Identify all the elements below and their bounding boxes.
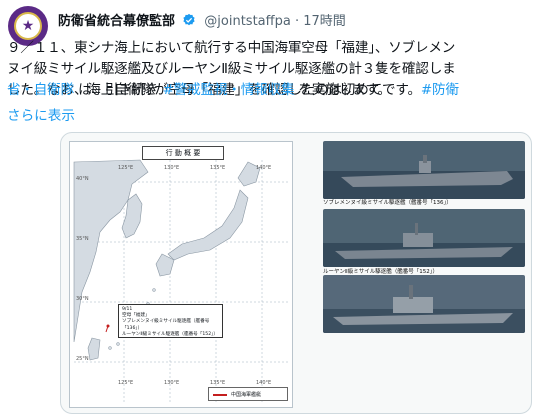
hashtag-link[interactable]: 省・自衛隊 [7,82,74,98]
legend-label: 中国海軍艦艇 [231,392,262,398]
map-title: 行 動 概 要 [142,146,224,160]
destroyer-152-image [323,275,525,333]
lat-label: 40°N [76,176,89,182]
lat-label: 30°N [76,296,89,302]
post-header: 防衛省統合幕僚監部 @jointstaffpa · 17時間 [58,10,346,29]
jsdf-emblem-icon: ★ [14,12,42,40]
lon-label-top: 140°E [256,165,271,171]
ship-photo-carrier[interactable] [323,141,525,199]
post-body-text: を実施します。 [294,82,391,98]
honshu [167,189,249,261]
annotation-line: ルーヤンⅡ級ミサイル駆逐艦（艦番号「152」） [122,331,219,337]
author-handle[interactable]: @jointstaffpa [204,14,291,29]
map-annotation: 9/11 空母「福建」 ソブレメンヌイ級ミサイル駆逐艦（艦番号「136」） ルー… [118,304,223,338]
post-body-line: ９／１１、東シナ海上において航行する中国海軍空母「福建」、ソブレメン [7,40,456,56]
ship-photo-destroyer-136[interactable] [323,209,525,267]
post-timestamp[interactable]: 17時間 [303,14,346,29]
post-body-line: ヌイ級ミサイル駆逐艦及びルーヤンⅡ級ミサイル駆逐艦の計３隻を確認しま [7,61,456,77]
photo-caption: ソブレメンヌイ級ミサイル駆逐艦（艦番号「136」） [323,200,452,206]
author-name[interactable]: 防衛省統合幕僚監部 [58,14,175,29]
show-more-link[interactable]: さらに表示 [7,104,75,124]
post-body-text: は、引き続き [73,82,163,98]
lat-label: 25°N [76,356,89,362]
separator-dot: · [294,14,300,29]
lat-label: 35°N [76,236,89,242]
verified-badge-icon [183,13,195,26]
photo-caption: ルーヤンⅡ級ミサイル駆逐艦（艦番号「152」） [323,269,438,275]
destroyer-136-image [323,209,525,267]
lon-label-top: 135°E [210,165,225,171]
taiwan [87,337,101,361]
lon-label-bottom: 125°E [118,380,133,386]
lon-label-top: 125°E [118,165,133,171]
red-arrow-icon [213,394,227,396]
ship-photo-destroyer-152[interactable] [323,275,525,333]
hashtag-link[interactable]: #警戒監視・情報収集 [163,82,295,98]
map-legend: 中国海軍艦艇 [208,387,288,401]
lon-label-top: 130°E [164,165,179,171]
lon-label-bottom: 135°E [210,380,225,386]
lon-label-bottom: 130°E [164,380,179,386]
carrier-image [323,141,525,199]
post-media[interactable]: 125°E 130°E 135°E 140°E 40°N 35°N 30°N 2… [60,132,532,414]
map-graphic: 125°E 130°E 135°E 140°E 40°N 35°N 30°N 2… [73,159,288,404]
annotation-line: ソブレメンヌイ級ミサイル駆逐艦（艦番号「136」） [122,319,210,331]
lon-label-bottom: 140°E [256,380,271,386]
activity-map[interactable]: 125°E 130°E 135°E 140°E 40°N 35°N 30°N 2… [69,141,293,408]
post-body-continued: 省・自衛隊 は、引き続き #警戒監視・情報収集 を実施します。 [7,80,547,101]
